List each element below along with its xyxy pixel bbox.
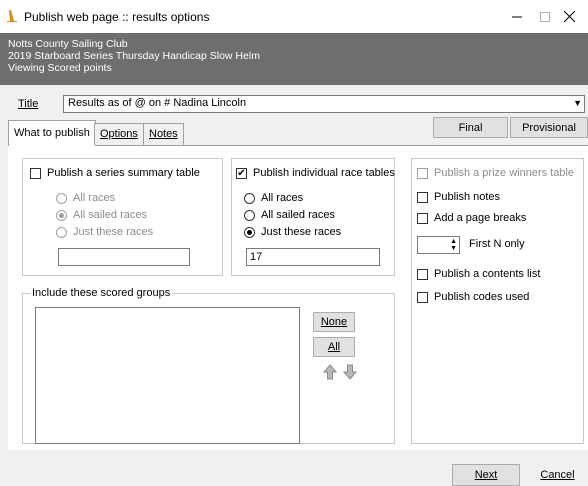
race-radio-just-these-races[interactable]: Just these races	[244, 226, 341, 238]
next-button[interactable]: Next	[452, 464, 520, 486]
tab-label: Options	[100, 128, 138, 140]
app-icon	[7, 10, 17, 22]
contents-list-label: Publish a contents list	[434, 268, 541, 280]
arrow-down-icon[interactable]	[343, 364, 357, 380]
title-combobox[interactable]: Results as of @ on # Nadina Lincoln ▼	[63, 95, 585, 113]
radio-button[interactable]	[56, 226, 67, 238]
title-label: Title	[18, 98, 38, 110]
provisional-button[interactable]: Provisional	[510, 117, 588, 138]
header-series-name: 2019 Starboard Series Thursday Handicap …	[8, 50, 260, 62]
radio-button[interactable]	[244, 209, 255, 221]
codes-used-checkbox[interactable]	[417, 291, 428, 303]
race-tables-checkbox[interactable]	[236, 167, 247, 179]
all-button[interactable]: All	[313, 337, 355, 357]
series-radio-all-races[interactable]: All races	[56, 192, 115, 204]
spin-arrows-icon[interactable]: ▲ ▼	[450, 238, 457, 252]
close-icon	[563, 11, 575, 22]
none-button-label: None	[320, 316, 348, 328]
first-n-label: First N only	[469, 238, 525, 250]
publish-notes-checkbox[interactable]	[417, 191, 428, 203]
radio-label: All sailed races	[73, 209, 147, 221]
contents-list-checkbox[interactable]	[417, 268, 428, 280]
radio-button[interactable]	[56, 209, 67, 221]
title-bar: Publish web page :: results options	[0, 0, 588, 33]
race-tables-label: Publish individual race tables	[253, 167, 395, 179]
header-view-mode: Viewing Scored points	[8, 62, 112, 74]
radio-label: Just these races	[73, 226, 154, 238]
maximize-icon	[540, 11, 550, 22]
codes-used-label: Publish codes used	[434, 291, 530, 303]
race-tables-option[interactable]: Publish individual race tables	[236, 167, 395, 179]
series-summary-label: Publish a series summary table	[47, 167, 200, 179]
scored-groups-list[interactable]	[35, 307, 300, 444]
arrow-up-icon[interactable]	[323, 364, 337, 380]
series-summary-checkbox[interactable]	[30, 167, 41, 179]
cancel-button-label: Cancel	[540, 469, 575, 481]
header-club-name: Notts County Sailing Club	[8, 38, 128, 50]
tab-what-to-publish[interactable]: What to publish	[8, 120, 96, 146]
all-button-label: All	[327, 341, 341, 353]
series-summary-option[interactable]: Publish a series summary table	[30, 167, 200, 179]
title-label-text: Title	[18, 98, 39, 110]
first-n-stepper[interactable]: ▲ ▼	[417, 236, 460, 254]
scored-groups-legend: Include these scored groups	[30, 287, 173, 299]
radio-label: All races	[261, 192, 304, 204]
club-header: Notts County Sailing Club 2019 Starboard…	[0, 33, 588, 85]
chevron-down-icon[interactable]: ▼	[573, 98, 582, 108]
prize-winners-checkbox[interactable]	[417, 167, 428, 179]
prize-winners-label: Publish a prize winners table	[434, 167, 575, 179]
radio-label: All sailed races	[261, 209, 335, 221]
page-breaks-checkbox[interactable]	[417, 212, 428, 224]
tab-label: What to publish	[14, 127, 90, 139]
radio-label: All races	[73, 192, 116, 204]
page-breaks-label: Add a page breaks	[434, 212, 527, 224]
page-breaks-option[interactable]: Add a page breaks	[417, 212, 526, 224]
cancel-button[interactable]: Cancel	[527, 464, 588, 486]
race-races-input[interactable]: 17	[246, 248, 380, 266]
publish-notes-label: Publish notes	[434, 191, 501, 203]
radio-button[interactable]	[244, 192, 255, 204]
race-radio-all-sailed-races[interactable]: All sailed races	[244, 209, 335, 221]
next-button-label: Next	[474, 469, 498, 481]
tab-notes[interactable]: Notes	[143, 123, 184, 145]
tab-label: Notes	[149, 128, 178, 140]
series-radio-just-these-races[interactable]: Just these races	[56, 226, 153, 238]
minimize-icon	[512, 16, 522, 17]
title-value: Results as of @ on # Nadina Lincoln	[68, 97, 247, 109]
close-button[interactable]	[550, 0, 588, 33]
radio-button[interactable]	[244, 226, 255, 238]
publish-notes-option[interactable]: Publish notes	[417, 191, 500, 203]
contents-list-option[interactable]: Publish a contents list	[417, 268, 540, 280]
tab-options[interactable]: Options	[94, 123, 144, 145]
series-radio-all-sailed-races[interactable]: All sailed races	[56, 209, 147, 221]
window-title: Publish web page :: results options	[24, 10, 210, 24]
codes-used-option[interactable]: Publish codes used	[417, 291, 529, 303]
radio-button[interactable]	[56, 192, 67, 204]
none-button[interactable]: None	[313, 312, 355, 332]
race-radio-all-races[interactable]: All races	[244, 192, 303, 204]
final-button[interactable]: Final	[433, 117, 508, 138]
radio-label: Just these races	[261, 226, 342, 238]
prize-winners-option[interactable]: Publish a prize winners table	[417, 167, 574, 179]
series-races-input[interactable]	[58, 248, 190, 266]
